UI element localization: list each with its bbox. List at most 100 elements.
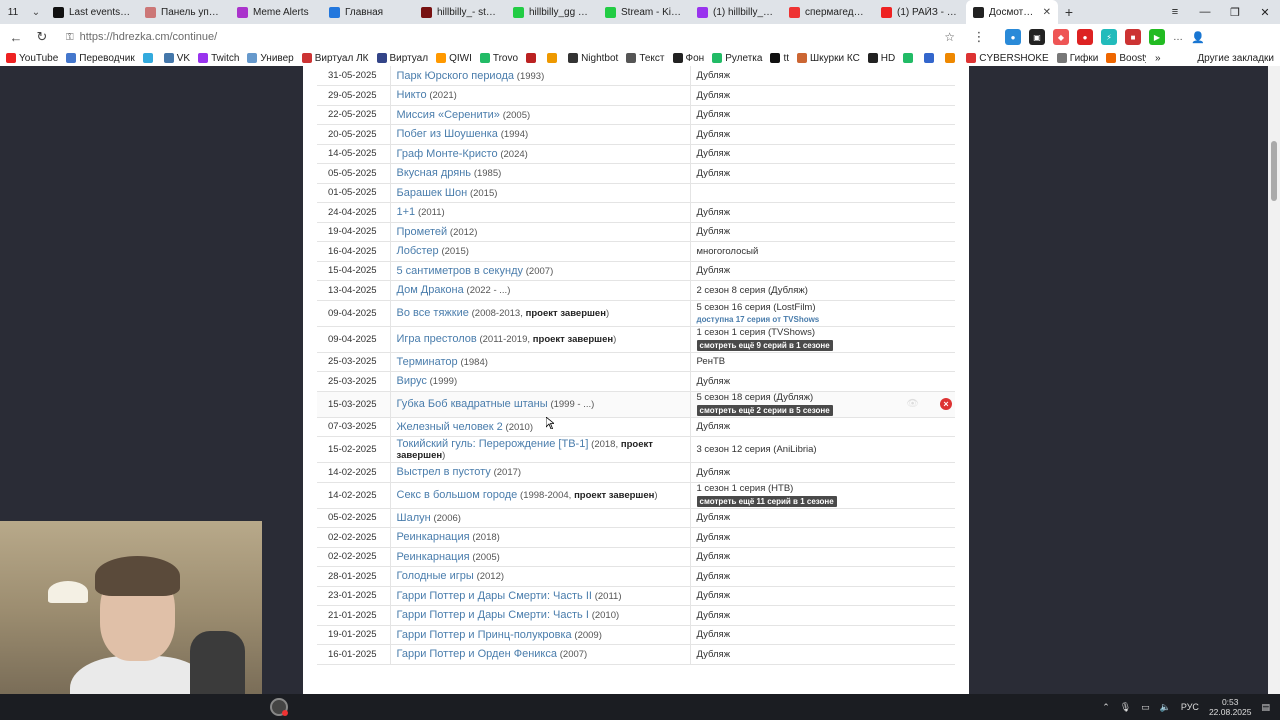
title-link[interactable]: Лобстер: [397, 245, 439, 257]
extension-icon[interactable]: ▶: [1149, 29, 1165, 45]
title-link[interactable]: Шалун: [397, 512, 431, 524]
network-icon[interactable]: ▭: [1141, 702, 1150, 713]
watch-more-badge[interactable]: смотреть ещё 9 серий в 1 сезоне: [696, 340, 833, 351]
title-link[interactable]: Гарри Поттер и Дары Смерти: Часть I: [397, 609, 589, 621]
title-link[interactable]: Реинкарнация: [397, 531, 470, 543]
bookmark-item[interactable]: Twitch: [198, 53, 239, 64]
browser-tab[interactable]: Главная: [322, 0, 414, 24]
bookmark-item[interactable]: HD: [867, 53, 895, 64]
title-link[interactable]: Гарри Поттер и Дары Смерти: Часть II: [397, 590, 592, 602]
more-extensions-icon[interactable]: …: [1173, 32, 1183, 43]
title-link[interactable]: Барашек Шон: [397, 187, 468, 199]
bookmark-item[interactable]: [547, 53, 560, 64]
browser-tab[interactable]: Last events - Do: [46, 0, 138, 24]
title-link[interactable]: Токийский гуль: Перерождение [TB-1]: [397, 438, 589, 450]
title-link[interactable]: Побег из Шоушенка: [397, 128, 498, 140]
remove-icon[interactable]: ×: [940, 398, 952, 410]
extension-icon[interactable]: ⚡: [1101, 29, 1117, 45]
tab-close-icon[interactable]: ✕: [1043, 7, 1051, 18]
title-link[interactable]: Дом Дракона: [397, 284, 464, 296]
extension-icon[interactable]: ■: [1125, 29, 1141, 45]
new-tab-button[interactable]: +: [1058, 0, 1080, 24]
tray-chevron-icon[interactable]: ⌃: [1102, 702, 1110, 713]
bookmark-item[interactable]: Виртуал: [376, 53, 428, 64]
notifications-icon[interactable]: ▤: [1261, 702, 1270, 713]
bookmark-item[interactable]: Гифки: [1056, 53, 1098, 64]
bookmarks-more-icon[interactable]: »: [1155, 53, 1161, 64]
extension-icon[interactable]: ◆: [1053, 29, 1069, 45]
title-link[interactable]: Губка Боб квадратные штаны: [397, 398, 548, 410]
bookmark-star-icon[interactable]: ☆: [944, 30, 955, 44]
tab-list-chevron-icon[interactable]: ⌄: [26, 0, 46, 24]
bookmark-item[interactable]: [903, 53, 916, 64]
browser-tab[interactable]: Stream - Kick Da: [598, 0, 690, 24]
title-link[interactable]: Парк Юрского периода: [397, 70, 515, 82]
scroll-thumb[interactable]: [1271, 141, 1277, 201]
title-link[interactable]: Миссия «Серенити»: [397, 109, 500, 121]
bookmark-item[interactable]: Текст: [626, 53, 665, 64]
title-link[interactable]: Гарри Поттер и Принц-полукровка: [397, 629, 572, 641]
title-link[interactable]: Игра престолов: [397, 333, 477, 345]
browser-tab[interactable]: Meme Alerts: [230, 0, 322, 24]
browser-tab[interactable]: Досмотреть ✕: [966, 0, 1058, 24]
profile-icon[interactable]: 👤: [1191, 31, 1205, 44]
bookmark-item[interactable]: Фон: [672, 53, 704, 64]
bookmark-item[interactable]: Шкурки КС: [797, 53, 860, 64]
title-link[interactable]: Железный человек 2: [397, 421, 503, 433]
clock[interactable]: 0:53 22.08.2025: [1209, 697, 1252, 717]
microphone-icon[interactable]: 🎙: [1120, 702, 1131, 713]
bookmark-item[interactable]: CYBERSHOKE: [966, 53, 1049, 64]
menu-icon[interactable]: ≡: [1160, 0, 1190, 24]
extension-icon[interactable]: ●: [1077, 29, 1093, 45]
close-window-icon[interactable]: ✕: [1250, 0, 1280, 24]
title-link[interactable]: Секс в большом городе: [397, 489, 518, 501]
browser-tab[interactable]: hillbilly_- stats: [414, 0, 506, 24]
obs-app-icon[interactable]: [270, 698, 288, 716]
volume-icon[interactable]: 🔈: [1160, 702, 1171, 713]
watch-more-badge[interactable]: смотреть ещё 11 серий в 1 сезоне: [696, 496, 837, 507]
input-language[interactable]: РУС: [1181, 702, 1199, 712]
bookmark-item[interactable]: Виртуал ЛК: [301, 53, 369, 64]
bookmark-item[interactable]: YouTube: [6, 53, 58, 64]
title-link[interactable]: 5 сантиметров в секунду: [397, 265, 523, 277]
extension-icon[interactable]: ●: [1005, 29, 1021, 45]
kebab-menu-icon[interactable]: ⋮: [969, 29, 989, 45]
maximize-icon[interactable]: ❐: [1220, 0, 1250, 24]
title-link[interactable]: Вкусная дрянь: [397, 167, 472, 179]
title-link[interactable]: Терминатор: [397, 356, 458, 368]
title-link[interactable]: Во все тяжкие: [397, 307, 469, 319]
title-link[interactable]: Голодные игры: [397, 570, 474, 582]
reload-icon[interactable]: ↻: [32, 29, 52, 45]
bookmark-item[interactable]: VK: [163, 53, 190, 64]
bookmark-item[interactable]: Рулетка: [712, 53, 762, 64]
title-link[interactable]: Гарри Поттер и Орден Феникса: [397, 648, 557, 660]
bookmark-item[interactable]: Trovo: [479, 53, 518, 64]
bookmark-item[interactable]: [526, 53, 539, 64]
bookmark-item[interactable]: Переводчик: [66, 53, 135, 64]
title-link[interactable]: Реинкарнация: [397, 551, 470, 563]
browser-tab[interactable]: спермагедон сл: [782, 0, 874, 24]
address-bar[interactable]: ⚿ https://hdrezka.cm/continue/ ☆: [58, 27, 963, 47]
title-link[interactable]: Прометей: [397, 226, 448, 238]
title-link[interactable]: 1+1: [397, 206, 416, 218]
title-link[interactable]: Вирус: [397, 375, 427, 387]
other-bookmarks[interactable]: Другие закладки: [1197, 53, 1274, 64]
bookmark-item[interactable]: QIWI: [436, 53, 472, 64]
title-link[interactable]: Никто: [397, 89, 427, 101]
title-link[interactable]: Выстрел в пустоту: [397, 466, 491, 478]
back-icon[interactable]: ←: [6, 30, 26, 45]
bookmark-item[interactable]: [924, 53, 937, 64]
browser-tab[interactable]: hillbilly_gg Strea: [506, 0, 598, 24]
browser-tab[interactable]: Панель управле: [138, 0, 230, 24]
minimize-icon[interactable]: —: [1190, 0, 1220, 24]
tab-count[interactable]: 11: [0, 0, 26, 24]
bookmark-item[interactable]: Универ: [247, 53, 294, 64]
extension-icon[interactable]: ▣: [1029, 29, 1045, 45]
page-scrollbar[interactable]: [1268, 66, 1280, 694]
browser-tab[interactable]: (1) hillbilly_gg -: [690, 0, 782, 24]
site-info-icon[interactable]: ⚿: [66, 32, 74, 43]
browser-tab[interactable]: (1) РАЙЗ - YouT: [874, 0, 966, 24]
title-link[interactable]: Граф Монте-Кристо: [397, 148, 498, 160]
bookmark-item[interactable]: Nightbot: [568, 53, 618, 64]
watch-more-badge[interactable]: смотреть ещё 2 серии в 5 сезоне: [696, 405, 833, 416]
